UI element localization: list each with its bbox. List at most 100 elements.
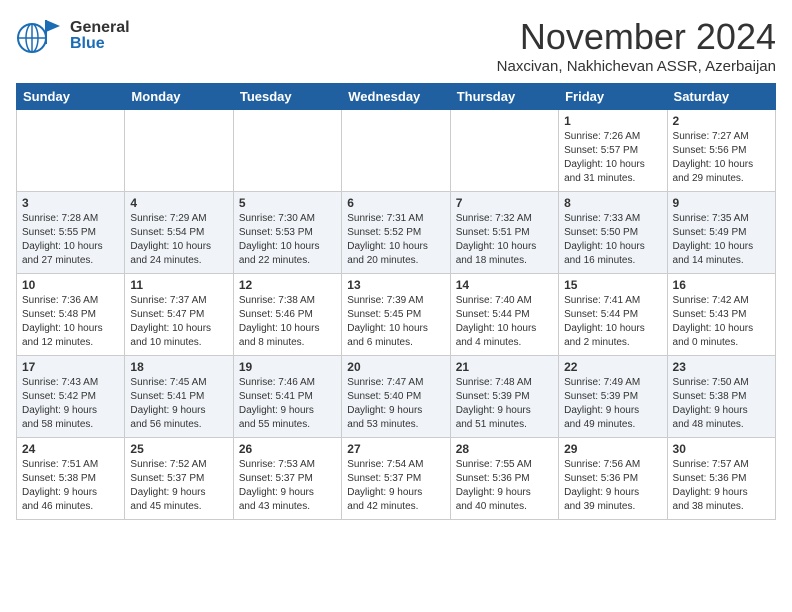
calendar-cell: 10 Sunrise: 7:36 AM Sunset: 5:48 PM Dayli… xyxy=(17,274,125,356)
logo-text: General Blue xyxy=(70,20,130,52)
day-info: Sunrise: 7:27 AM Sunset: 5:56 PM Dayligh… xyxy=(673,130,770,186)
day-info: Sunrise: 7:39 AM Sunset: 5:45 PM Dayligh… xyxy=(347,294,444,350)
day-number: 11 xyxy=(130,278,227,292)
calendar-cell: 18 Sunrise: 7:45 AM Sunset: 5:41 PM Dayli… xyxy=(125,356,233,438)
day-info: Sunrise: 7:35 AM Sunset: 5:49 PM Dayligh… xyxy=(673,212,770,268)
calendar-cell xyxy=(450,110,558,192)
day-info: Sunrise: 7:29 AM Sunset: 5:54 PM Dayligh… xyxy=(130,212,227,268)
day-number: 27 xyxy=(347,442,444,456)
day-info: Sunrise: 7:43 AM Sunset: 5:42 PM Dayligh… xyxy=(22,376,119,432)
day-number: 9 xyxy=(673,196,770,210)
calendar-week-row: 10 Sunrise: 7:36 AM Sunset: 5:48 PM Dayli… xyxy=(17,274,776,356)
day-info: Sunrise: 7:42 AM Sunset: 5:43 PM Dayligh… xyxy=(673,294,770,350)
calendar-cell: 3Sunrise: 7:28 AM Sunset: 5:55 PM Daylig… xyxy=(17,192,125,274)
day-info: Sunrise: 7:54 AM Sunset: 5:37 PM Dayligh… xyxy=(347,458,444,514)
day-number: 5 xyxy=(239,196,336,210)
logo-general: General xyxy=(70,20,130,36)
day-number: 21 xyxy=(456,360,553,374)
day-number: 10 xyxy=(22,278,119,292)
day-number: 26 xyxy=(239,442,336,456)
title-block: November 2024 Naxcivan, Nakhichevan ASSR… xyxy=(497,16,776,75)
calendar-cell: 6Sunrise: 7:31 AM Sunset: 5:52 PM Daylig… xyxy=(342,192,450,274)
day-info: Sunrise: 7:41 AM Sunset: 5:44 PM Dayligh… xyxy=(564,294,661,350)
calendar-table: SundayMondayTuesdayWednesdayThursdayFrid… xyxy=(16,83,776,520)
day-info: Sunrise: 7:56 AM Sunset: 5:36 PM Dayligh… xyxy=(564,458,661,514)
calendar-cell xyxy=(233,110,341,192)
day-number: 16 xyxy=(673,278,770,292)
day-info: Sunrise: 7:45 AM Sunset: 5:41 PM Dayligh… xyxy=(130,376,227,432)
day-number: 2 xyxy=(673,114,770,128)
calendar-week-row: 24 Sunrise: 7:51 AM Sunset: 5:38 PM Dayli… xyxy=(17,438,776,520)
calendar-cell: 5 Sunrise: 7:30 AM Sunset: 5:53 PM Daylig… xyxy=(233,192,341,274)
calendar-cell: 16 Sunrise: 7:42 AM Sunset: 5:43 PM Dayli… xyxy=(667,274,775,356)
calendar-cell: 8 Sunrise: 7:33 AM Sunset: 5:50 PM Daylig… xyxy=(559,192,667,274)
weekday-header-saturday: Saturday xyxy=(667,84,775,110)
weekday-header-monday: Monday xyxy=(125,84,233,110)
calendar-cell: 28 Sunrise: 7:55 AM Sunset: 5:36 PM Dayli… xyxy=(450,438,558,520)
calendar-week-row: 3Sunrise: 7:28 AM Sunset: 5:55 PM Daylig… xyxy=(17,192,776,274)
calendar-cell: 22 Sunrise: 7:49 AM Sunset: 5:39 PM Dayli… xyxy=(559,356,667,438)
calendar-cell: 30 Sunrise: 7:57 AM Sunset: 5:36 PM Dayli… xyxy=(667,438,775,520)
calendar-cell: 25Sunrise: 7:52 AM Sunset: 5:37 PM Dayli… xyxy=(125,438,233,520)
calendar-cell: 15 Sunrise: 7:41 AM Sunset: 5:44 PM Dayli… xyxy=(559,274,667,356)
calendar-cell: 4 Sunrise: 7:29 AM Sunset: 5:54 PM Daylig… xyxy=(125,192,233,274)
day-info: Sunrise: 7:30 AM Sunset: 5:53 PM Dayligh… xyxy=(239,212,336,268)
day-info: Sunrise: 7:51 AM Sunset: 5:38 PM Dayligh… xyxy=(22,458,119,514)
calendar-week-row: 17 Sunrise: 7:43 AM Sunset: 5:42 PM Dayli… xyxy=(17,356,776,438)
day-info: Sunrise: 7:47 AM Sunset: 5:40 PM Dayligh… xyxy=(347,376,444,432)
day-info: Sunrise: 7:36 AM Sunset: 5:48 PM Dayligh… xyxy=(22,294,119,350)
day-number: 12 xyxy=(239,278,336,292)
day-info: Sunrise: 7:55 AM Sunset: 5:36 PM Dayligh… xyxy=(456,458,553,514)
day-info: Sunrise: 7:40 AM Sunset: 5:44 PM Dayligh… xyxy=(456,294,553,350)
weekday-header-friday: Friday xyxy=(559,84,667,110)
day-info: Sunrise: 7:50 AM Sunset: 5:38 PM Dayligh… xyxy=(673,376,770,432)
calendar-cell xyxy=(342,110,450,192)
day-info: Sunrise: 7:48 AM Sunset: 5:39 PM Dayligh… xyxy=(456,376,553,432)
calendar-cell: 13Sunrise: 7:39 AM Sunset: 5:45 PM Dayli… xyxy=(342,274,450,356)
day-number: 17 xyxy=(22,360,119,374)
calendar-cell: 11Sunrise: 7:37 AM Sunset: 5:47 PM Dayli… xyxy=(125,274,233,356)
logo: General Blue xyxy=(16,16,130,56)
day-number: 15 xyxy=(564,278,661,292)
weekday-header-tuesday: Tuesday xyxy=(233,84,341,110)
calendar-cell: 27 Sunrise: 7:54 AM Sunset: 5:37 PM Dayli… xyxy=(342,438,450,520)
calendar-cell xyxy=(125,110,233,192)
calendar-cell: 17 Sunrise: 7:43 AM Sunset: 5:42 PM Dayli… xyxy=(17,356,125,438)
calendar-cell: 1 Sunrise: 7:26 AM Sunset: 5:57 PM Daylig… xyxy=(559,110,667,192)
weekday-header-thursday: Thursday xyxy=(450,84,558,110)
location: Naxcivan, Nakhichevan ASSR, Azerbaijan xyxy=(497,58,776,75)
day-number: 30 xyxy=(673,442,770,456)
day-info: Sunrise: 7:32 AM Sunset: 5:51 PM Dayligh… xyxy=(456,212,553,268)
day-number: 22 xyxy=(564,360,661,374)
page-header: General Blue November 2024 Naxcivan, Nak… xyxy=(16,16,776,75)
calendar-cell: 12 Sunrise: 7:38 AM Sunset: 5:46 PM Dayli… xyxy=(233,274,341,356)
day-number: 24 xyxy=(22,442,119,456)
day-number: 1 xyxy=(564,114,661,128)
calendar-cell: 23 Sunrise: 7:50 AM Sunset: 5:38 PM Dayli… xyxy=(667,356,775,438)
day-number: 4 xyxy=(130,196,227,210)
day-number: 20 xyxy=(347,360,444,374)
day-number: 18 xyxy=(130,360,227,374)
day-info: Sunrise: 7:26 AM Sunset: 5:57 PM Dayligh… xyxy=(564,130,661,186)
calendar-cell: 19Sunrise: 7:46 AM Sunset: 5:41 PM Dayli… xyxy=(233,356,341,438)
weekday-header-row: SundayMondayTuesdayWednesdayThursdayFrid… xyxy=(17,84,776,110)
day-info: Sunrise: 7:53 AM Sunset: 5:37 PM Dayligh… xyxy=(239,458,336,514)
calendar-cell: 14 Sunrise: 7:40 AM Sunset: 5:44 PM Dayli… xyxy=(450,274,558,356)
weekday-header-sunday: Sunday xyxy=(17,84,125,110)
day-info: Sunrise: 7:49 AM Sunset: 5:39 PM Dayligh… xyxy=(564,376,661,432)
day-number: 14 xyxy=(456,278,553,292)
calendar-cell: 24 Sunrise: 7:51 AM Sunset: 5:38 PM Dayli… xyxy=(17,438,125,520)
day-info: Sunrise: 7:38 AM Sunset: 5:46 PM Dayligh… xyxy=(239,294,336,350)
day-info: Sunrise: 7:28 AM Sunset: 5:55 PM Dayligh… xyxy=(22,212,119,268)
weekday-header-wednesday: Wednesday xyxy=(342,84,450,110)
day-number: 7 xyxy=(456,196,553,210)
day-number: 23 xyxy=(673,360,770,374)
day-info: Sunrise: 7:33 AM Sunset: 5:50 PM Dayligh… xyxy=(564,212,661,268)
logo-blue: Blue xyxy=(70,36,130,52)
day-number: 25 xyxy=(130,442,227,456)
day-number: 28 xyxy=(456,442,553,456)
day-number: 8 xyxy=(564,196,661,210)
day-number: 19 xyxy=(239,360,336,374)
day-info: Sunrise: 7:31 AM Sunset: 5:52 PM Dayligh… xyxy=(347,212,444,268)
day-info: Sunrise: 7:57 AM Sunset: 5:36 PM Dayligh… xyxy=(673,458,770,514)
